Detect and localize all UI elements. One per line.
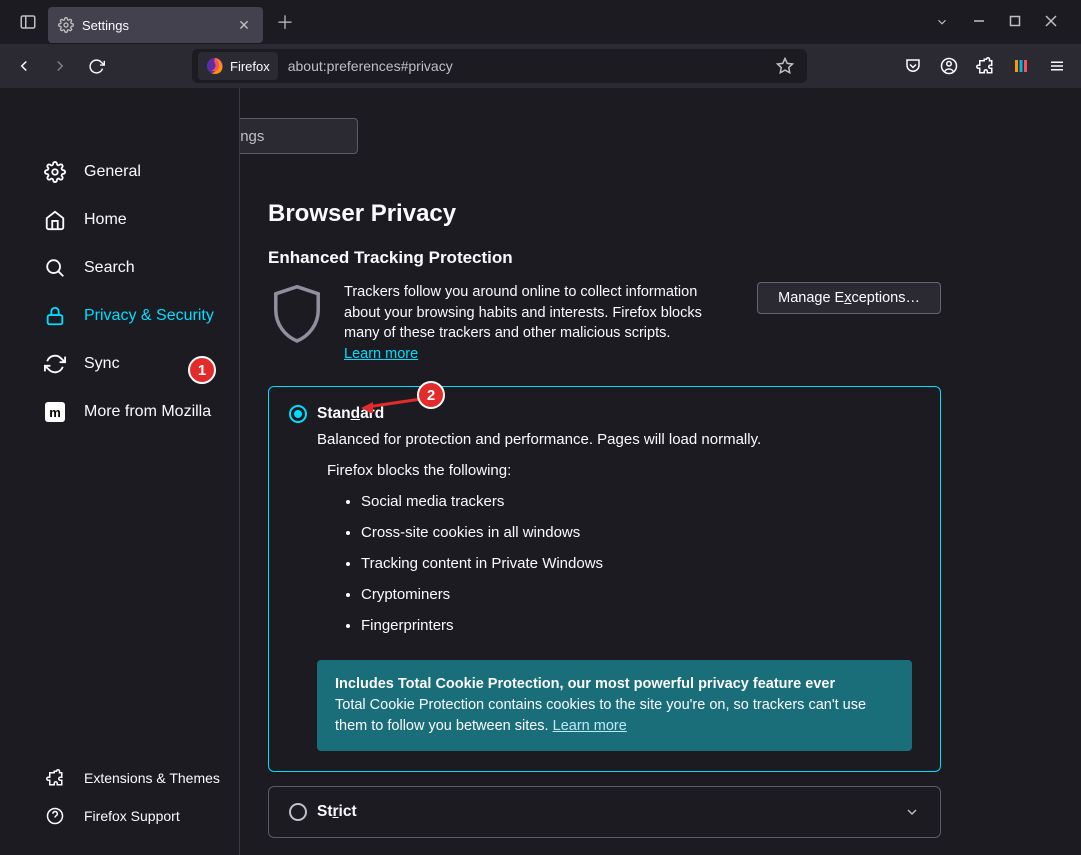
sidebar-item-label: Privacy & Security (84, 307, 214, 325)
chevron-down-icon (904, 804, 920, 820)
bookmark-button[interactable] (769, 50, 801, 82)
settings-content[interactable]: Browser Privacy Enhanced Tracking Protec… (240, 88, 1081, 855)
tcp-learn-more-link[interactable]: Learn more (553, 718, 627, 734)
sidebar-footer-support[interactable]: Firefox Support (0, 797, 239, 835)
reload-icon (88, 58, 105, 75)
account-button[interactable] (933, 50, 965, 82)
etp-intro-text: Trackers follow you around online to col… (344, 282, 724, 364)
minimize-button[interactable] (973, 15, 985, 29)
site-identity-label: Firefox (230, 59, 270, 74)
etp-strict-card[interactable]: Strict (268, 786, 941, 838)
arrow-right-icon (51, 57, 69, 75)
minimize-icon (973, 15, 985, 27)
etp-intro-row: Trackers follow you around online to col… (268, 282, 1081, 364)
site-identity-badge[interactable]: Firefox (198, 52, 278, 80)
annotation-arrow (361, 395, 423, 413)
reload-button[interactable] (80, 50, 112, 82)
sidebar-footer-extensions[interactable]: Extensions & Themes (0, 759, 239, 797)
maximize-button[interactable] (1009, 15, 1021, 29)
tcp-callout: Includes Total Cookie Protection, our mo… (317, 660, 912, 751)
browser-tab-active[interactable]: Settings ✕ (48, 7, 263, 43)
sync-icon (44, 353, 66, 375)
nav-toolbar: Firefox about:preferences#privacy (0, 44, 1081, 88)
sidebar-footer-label: Extensions & Themes (84, 770, 220, 786)
sidebar-item-more-mozilla[interactable]: m More from Mozilla (0, 388, 239, 436)
close-window-button[interactable] (1045, 15, 1057, 29)
puzzle-icon (44, 767, 66, 789)
radio-unchecked-icon (289, 803, 307, 821)
pocket-icon (904, 57, 922, 75)
help-icon (44, 805, 66, 827)
sidebar-item-general[interactable]: General (0, 148, 239, 196)
etp-standard-card: Standard Balanced for protection and per… (268, 386, 941, 772)
close-icon (1045, 15, 1057, 27)
etp-blocks-label: Firefox blocks the following: (327, 462, 920, 479)
etp-heading: Enhanced Tracking Protection (268, 248, 1081, 268)
firefox-icon (206, 57, 224, 75)
chevron-down-icon (935, 15, 949, 29)
maximize-icon (1009, 15, 1021, 27)
sidebar-item-label: Home (84, 211, 127, 229)
list-all-tabs-button[interactable] (8, 13, 48, 31)
new-tab-button[interactable]: ＋ (269, 6, 301, 38)
gear-icon (44, 161, 66, 183)
annotation-marker-1: 1 (188, 356, 216, 384)
account-icon (940, 57, 958, 75)
sidebar-item-label: Sync (84, 355, 120, 373)
sidebar-item-label: General (84, 163, 141, 181)
list-item: Tracking content in Private Windows (361, 555, 920, 572)
list-item: Cross-site cookies in all windows (361, 524, 920, 541)
sidebar-item-label: Search (84, 259, 135, 277)
gear-icon (58, 17, 74, 33)
arrow-left-icon (15, 57, 33, 75)
sidebar-footer-label: Firefox Support (84, 808, 180, 824)
shield-icon (268, 282, 330, 348)
settings-sidebar: General Home Search Privacy & Security S… (0, 88, 240, 855)
container-button[interactable] (1005, 50, 1037, 82)
home-icon (44, 209, 66, 231)
back-button[interactable] (8, 50, 40, 82)
hamburger-icon (1048, 57, 1066, 75)
sidebar-item-privacy[interactable]: Privacy & Security (0, 292, 239, 340)
settings-search (240, 118, 941, 154)
forward-button[interactable] (44, 50, 76, 82)
lock-icon (44, 305, 66, 327)
etp-standard-subtitle: Balanced for protection and performance.… (317, 431, 920, 448)
list-item: Cryptominers (361, 586, 920, 603)
puzzle-icon (976, 57, 994, 75)
tab-close-button[interactable]: ✕ (235, 16, 253, 34)
etp-blocks-list: Social media trackers Cross-site cookies… (361, 493, 920, 634)
tcp-title: Includes Total Cookie Protection, our mo… (335, 676, 835, 692)
tab-strip: Settings ✕ ＋ (0, 0, 1081, 44)
page-title: Browser Privacy (268, 200, 1081, 228)
settings-search-input[interactable] (240, 118, 358, 154)
radio-checked-icon (289, 405, 307, 423)
list-item: Social media trackers (361, 493, 920, 510)
extensions-button[interactable] (969, 50, 1001, 82)
star-icon (776, 57, 794, 75)
url-text: about:preferences#privacy (288, 58, 769, 74)
manage-exceptions-button[interactable]: Manage Exceptions… (757, 282, 941, 314)
sidebar-toggle-icon (19, 13, 37, 31)
mozilla-icon: m (44, 401, 66, 423)
sidebar-item-search[interactable]: Search (0, 244, 239, 292)
sidebar-item-label: More from Mozilla (84, 403, 211, 421)
search-icon (44, 257, 66, 279)
sidebar-item-home[interactable]: Home (0, 196, 239, 244)
url-bar[interactable]: Firefox about:preferences#privacy (192, 49, 807, 83)
tab-title: Settings (82, 18, 235, 33)
etp-learn-more-link[interactable]: Learn more (344, 346, 418, 362)
pocket-button[interactable] (897, 50, 929, 82)
app-menu-button[interactable] (1041, 50, 1073, 82)
container-icon (1012, 57, 1030, 75)
list-item: Fingerprinters (361, 617, 920, 634)
settings-page: General Home Search Privacy & Security S… (0, 88, 1081, 855)
tabs-dropdown-button[interactable] (935, 15, 949, 29)
etp-strict-title: Strict (317, 803, 357, 821)
